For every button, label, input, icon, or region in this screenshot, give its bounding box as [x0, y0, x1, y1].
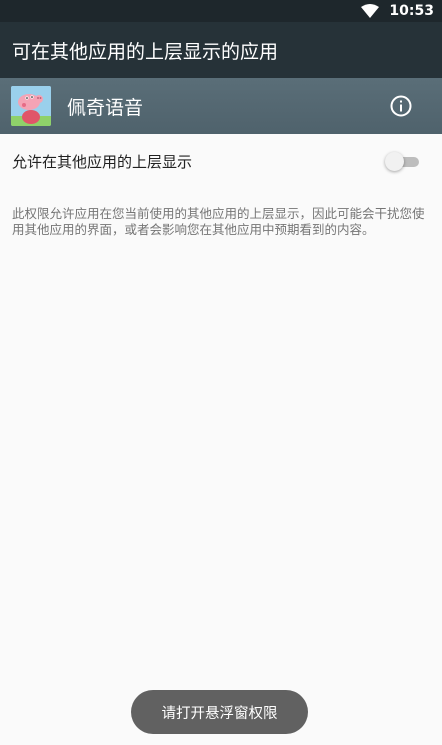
wifi-icon	[361, 4, 380, 18]
status-time: 10:53	[389, 3, 434, 19]
info-icon[interactable]	[390, 95, 412, 117]
app-header: 佩奇语音	[0, 78, 442, 134]
switch-thumb	[385, 152, 404, 171]
status-bar: 10:53	[0, 0, 442, 22]
toast-message: 请打开悬浮窗权限	[131, 690, 308, 734]
peppa-app-icon	[11, 86, 51, 126]
app-name: 佩奇语音	[67, 96, 144, 119]
allow-overlay-switch[interactable]	[385, 151, 419, 171]
toast-text: 请打开悬浮窗权限	[161, 705, 278, 722]
permission-description: 此权限允许应用在您当前使用的其他应用的上层显示，因此可能会干扰您使用其他应用的界…	[12, 206, 425, 237]
allow-overlay-setting[interactable]: 允许在其他应用的上层显示	[0, 134, 442, 188]
page-title: 可在其他应用的上层显示的应用	[12, 40, 279, 63]
setting-label: 允许在其他应用的上层显示	[12, 152, 193, 171]
app-bar: 可在其他应用的上层显示的应用	[0, 22, 442, 78]
